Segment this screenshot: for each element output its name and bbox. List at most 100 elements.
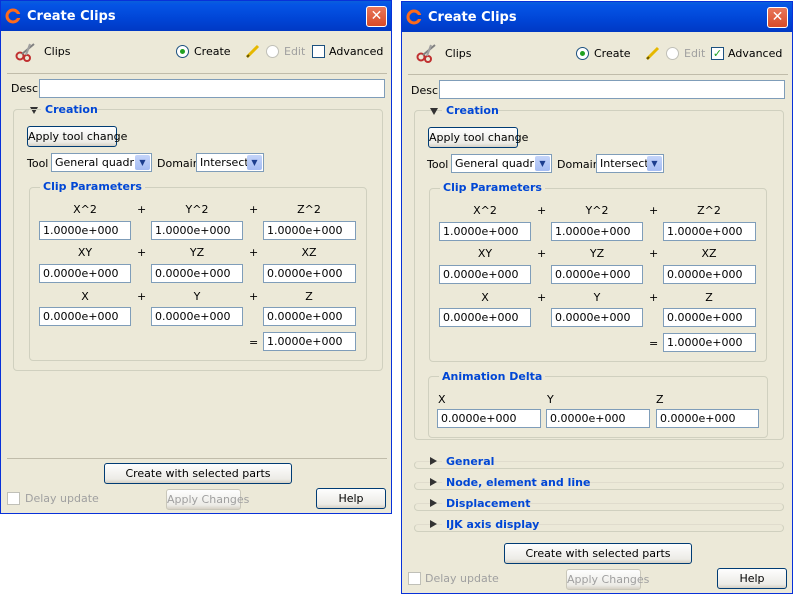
domain-select[interactable]: Intersect ▼ [596, 154, 664, 173]
advanced-checkbox[interactable]: ✓ [711, 47, 724, 60]
section-general[interactable]: General [446, 455, 494, 468]
desc-input[interactable] [39, 79, 385, 98]
scissors-icon [416, 43, 438, 63]
anim-input-z[interactable]: 0.0000e+000 [656, 409, 759, 428]
apply-tool-change-button[interactable]: Apply tool change [428, 127, 528, 148]
close-button[interactable]: ✕ [366, 6, 387, 27]
coef-input-x2[interactable]: 1.0000e+000 [39, 221, 131, 240]
help-button[interactable]: Help [316, 488, 386, 509]
plus-sign: + [649, 247, 659, 260]
coef-label-xy: XY [477, 247, 493, 260]
window-title: Create Clips [428, 9, 517, 25]
coef-input-x2[interactable]: 1.0000e+000 [439, 222, 531, 241]
create-with-selected-parts-button[interactable]: Create with selected parts [104, 463, 292, 484]
delay-update-checkbox[interactable] [408, 572, 421, 585]
anim-input-y[interactable]: 0.0000e+000 [546, 409, 650, 428]
chevron-down-icon[interactable]: ▼ [247, 155, 262, 170]
expand-ijk-axis-icon[interactable] [430, 520, 437, 528]
creation-expand-icon[interactable] [430, 108, 438, 115]
edit-mode-label: Edit [284, 45, 306, 58]
pencil-icon [645, 45, 661, 61]
domain-label: Domain [557, 158, 600, 171]
coef-input-xy[interactable]: 0.0000e+000 [39, 264, 131, 283]
apply-changes-button[interactable]: Apply Changes [566, 569, 649, 590]
desc-label: Desc. [11, 82, 42, 95]
coef-label-x: X [481, 291, 489, 304]
coef-input-z[interactable]: 0.0000e+000 [663, 308, 756, 327]
delay-update-label: Delay update [25, 492, 99, 505]
coef-input-yz[interactable]: 0.0000e+000 [551, 265, 643, 284]
section-node-element-line[interactable]: Node, element and line [446, 476, 590, 489]
equals-sign: = [649, 337, 659, 350]
delay-update-checkbox[interactable] [7, 492, 20, 505]
window-title: Create Clips [27, 8, 116, 24]
apply-changes-button[interactable]: Apply Changes [166, 489, 249, 510]
rhs-input[interactable]: 1.0000e+000 [263, 332, 356, 351]
delay-update-label: Delay update [425, 572, 499, 585]
clip-parameters-title: Clip Parameters [440, 181, 545, 194]
coef-input-z2[interactable]: 1.0000e+000 [663, 222, 756, 241]
apply-tool-change-button[interactable]: Apply tool change [27, 126, 127, 147]
create-mode-radio[interactable] [176, 45, 189, 58]
chevron-down-icon[interactable]: ▼ [535, 156, 550, 171]
advanced-checkbox[interactable] [312, 45, 325, 58]
expand-general-icon[interactable] [430, 457, 437, 465]
coef-input-xz[interactable]: 0.0000e+000 [663, 265, 756, 284]
create-mode-label: Create [194, 45, 231, 58]
coef-input-xy[interactable]: 0.0000e+000 [439, 265, 531, 284]
create-mode-radio[interactable] [576, 47, 589, 60]
help-button[interactable]: Help [717, 568, 787, 589]
anim-input-x[interactable]: 0.0000e+000 [437, 409, 541, 428]
coef-input-y2[interactable]: 1.0000e+000 [151, 221, 243, 240]
coef-label-yz: YZ [189, 246, 205, 259]
coef-input-y[interactable]: 0.0000e+000 [551, 308, 643, 327]
title-bar[interactable]: Create Clips ✕ [1, 1, 391, 31]
coef-input-x[interactable]: 0.0000e+000 [39, 307, 131, 326]
section-displacement[interactable]: Displacement [446, 497, 531, 510]
rhs-input[interactable]: 1.0000e+000 [663, 333, 756, 352]
creation-header[interactable]: Creation [446, 104, 499, 117]
create-with-selected-parts-button[interactable]: Create with selected parts [504, 543, 692, 564]
plus-sign: + [249, 290, 259, 303]
pencil-icon [245, 43, 261, 59]
coef-label-x2: X^2 [473, 204, 497, 217]
edit-mode-radio[interactable] [666, 47, 679, 60]
coef-input-x[interactable]: 0.0000e+000 [439, 308, 531, 327]
edit-mode-label: Edit [684, 47, 706, 60]
coef-label-x2: X^2 [73, 203, 97, 216]
coef-input-y2[interactable]: 1.0000e+000 [551, 222, 643, 241]
create-clips-window-right: Create Clips ✕ Clips Create Edit ✓ Advan… [401, 1, 793, 594]
domain-select[interactable]: Intersect ▼ [196, 153, 264, 172]
chevron-down-icon[interactable]: ▼ [647, 156, 662, 171]
tool-select[interactable]: General quadric ▼ [51, 153, 152, 172]
coef-label-y2: Y^2 [185, 203, 209, 216]
tool-select-value: General quadric [55, 156, 144, 169]
coef-input-y[interactable]: 0.0000e+000 [151, 307, 243, 326]
coef-input-yz[interactable]: 0.0000e+000 [151, 264, 243, 283]
tool-select[interactable]: General quadric ▼ [451, 154, 552, 173]
clips-label: Clips [44, 45, 71, 58]
header-divider [408, 74, 788, 75]
coef-label-z: Z [705, 291, 713, 304]
coef-input-z[interactable]: 0.0000e+000 [263, 307, 356, 326]
tool-label: Tool [27, 157, 49, 170]
title-bar[interactable]: Create Clips ✕ [402, 2, 792, 32]
coef-label-yz: YZ [589, 247, 605, 260]
expand-displacement-icon[interactable] [430, 499, 437, 507]
coef-input-xz[interactable]: 0.0000e+000 [263, 264, 356, 283]
edit-mode-radio[interactable] [266, 45, 279, 58]
app-logo-icon [5, 8, 21, 24]
desc-input[interactable] [439, 80, 785, 99]
coef-input-z2[interactable]: 1.0000e+000 [263, 221, 356, 240]
close-button[interactable]: ✕ [767, 7, 788, 28]
expand-node-element-line-icon[interactable] [430, 478, 437, 486]
plus-sign: + [137, 290, 147, 303]
equals-sign: = [249, 336, 259, 349]
plus-sign: + [249, 246, 259, 259]
chevron-down-icon[interactable]: ▼ [135, 155, 150, 170]
animation-delta-title: Animation Delta [439, 370, 546, 383]
plus-sign: + [137, 246, 147, 259]
plus-sign: + [537, 204, 547, 217]
desc-label: Desc. [411, 84, 442, 97]
section-ijk-axis-display[interactable]: IJK axis display [446, 518, 539, 531]
